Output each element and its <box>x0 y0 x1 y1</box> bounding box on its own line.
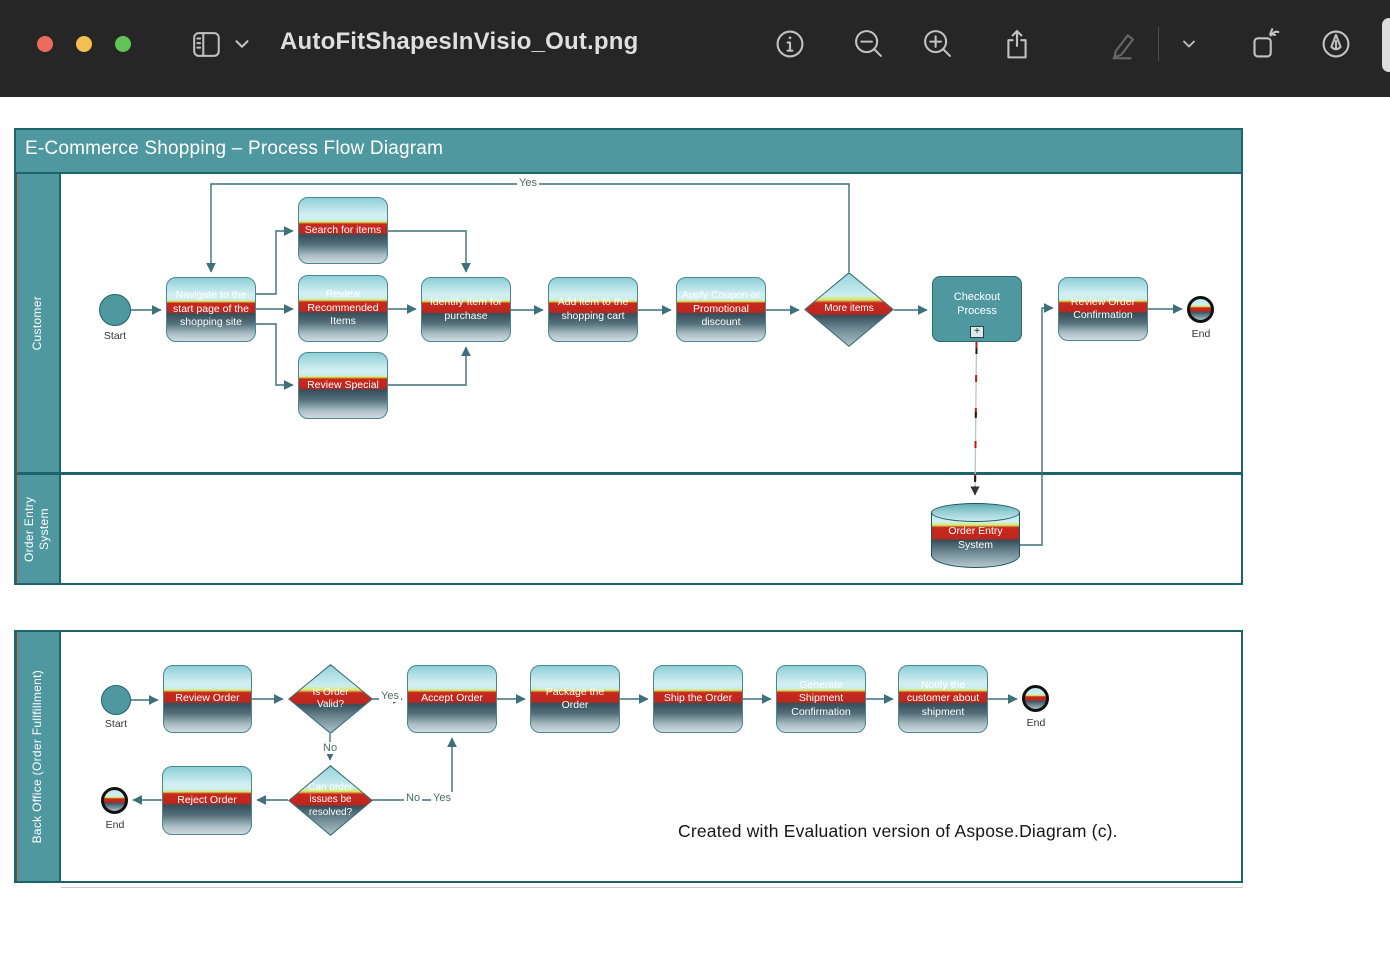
titlebar-edge-control[interactable] <box>1382 18 1390 72</box>
lane-label-back-office: Back Office (Order Fullfillment) <box>14 632 60 881</box>
task-apply-coupon: Apply Coupon or Promotional discount <box>676 277 766 342</box>
decision-more-items: More items <box>804 272 894 347</box>
datastore-order-entry-system: Order Entry System <box>931 503 1020 568</box>
start-event-back-office <box>101 685 131 715</box>
pool-title: E-Commerce Shopping – Process Flow Diagr… <box>16 130 1241 174</box>
subprocess-checkout: Checkout Process + <box>932 276 1022 342</box>
edge-label-resolve-no: No <box>404 792 422 804</box>
start-label-2: Start <box>97 718 135 730</box>
task-identify-item: Identify Item for purchase <box>421 277 511 342</box>
share-icon[interactable] <box>995 22 1039 66</box>
task-reject-order: Reject Order <box>162 766 252 835</box>
edge-label-yes-more-items: Yes <box>517 177 539 189</box>
pool-ecommerce <box>14 128 1243 585</box>
evaluation-watermark: Created with Evaluation version of Aspos… <box>678 821 1118 842</box>
edge-label-valid-yes: Yes <box>379 690 401 702</box>
end-event-back-office <box>1022 685 1049 712</box>
edge-label-valid-no: No <box>321 742 339 754</box>
task-review-order-confirmation: Review Order Confirmation <box>1058 277 1148 341</box>
markup-chevron-icon[interactable] <box>1172 22 1206 66</box>
end-event-customer <box>1187 296 1214 323</box>
end-label-2: End <box>1021 717 1051 729</box>
lane-label-customer: Customer <box>14 174 60 472</box>
app-window: AutoFitShapesInVisio_Out.png <box>0 0 1390 976</box>
toolbar-divider <box>1158 27 1159 61</box>
start-label: Start <box>96 330 134 342</box>
task-search-items: Search for items <box>298 197 388 264</box>
lane-divider-pool1 <box>16 472 1241 475</box>
decision-can-resolve: Can order issues be resolved? <box>288 765 373 836</box>
zoom-in-icon[interactable] <box>916 22 960 66</box>
task-review-order: Review Order <box>163 665 252 733</box>
task-add-item-cart: Add item to the shopping cart <box>548 277 638 342</box>
lane-label-order-entry: Order Entry System <box>14 475 60 583</box>
minimize-button[interactable] <box>76 36 92 52</box>
subprocess-plus-marker: + <box>970 326 984 338</box>
zoom-out-icon[interactable] <box>847 22 891 66</box>
close-button[interactable] <box>37 36 53 52</box>
info-icon[interactable] <box>768 22 812 66</box>
sidebar-chevron-icon[interactable] <box>228 22 256 66</box>
task-notify-customer: Notify the customer about shipment <box>898 665 988 733</box>
edge-label-resolve-yes: Yes <box>431 792 453 804</box>
zoom-window-button[interactable] <box>115 36 131 52</box>
task-navigate-start-page: Navigate to the start page of the shoppi… <box>166 277 256 342</box>
decision-is-order-valid: Is Order Valid? <box>288 664 373 734</box>
markup-pencil-icon <box>1100 22 1144 66</box>
task-package-order: Package the Order <box>530 665 620 733</box>
end-label-3: End <box>100 819 130 831</box>
pool2-bottom-hairline <box>61 887 1243 888</box>
task-review-recommended: Review Recommended Items <box>298 275 388 342</box>
start-event-customer <box>99 294 131 326</box>
sidebar-toggle-icon[interactable] <box>184 22 228 66</box>
end-event-reject <box>101 787 128 814</box>
window-title: AutoFitShapesInVisio_Out.png <box>280 28 639 56</box>
rotate-left-icon[interactable] <box>1243 22 1287 66</box>
annotate-pen-icon[interactable] <box>1314 22 1358 66</box>
task-accept-order: Accept Order <box>407 665 497 733</box>
window-titlebar: AutoFitShapesInVisio_Out.png <box>0 0 1390 97</box>
task-review-special: Review Special <box>298 352 388 419</box>
end-label: End <box>1186 328 1216 340</box>
task-ship-order: Ship the Order <box>653 665 743 733</box>
task-generate-shipment-confirmation: Generate Shipment Confirmation <box>776 665 866 733</box>
